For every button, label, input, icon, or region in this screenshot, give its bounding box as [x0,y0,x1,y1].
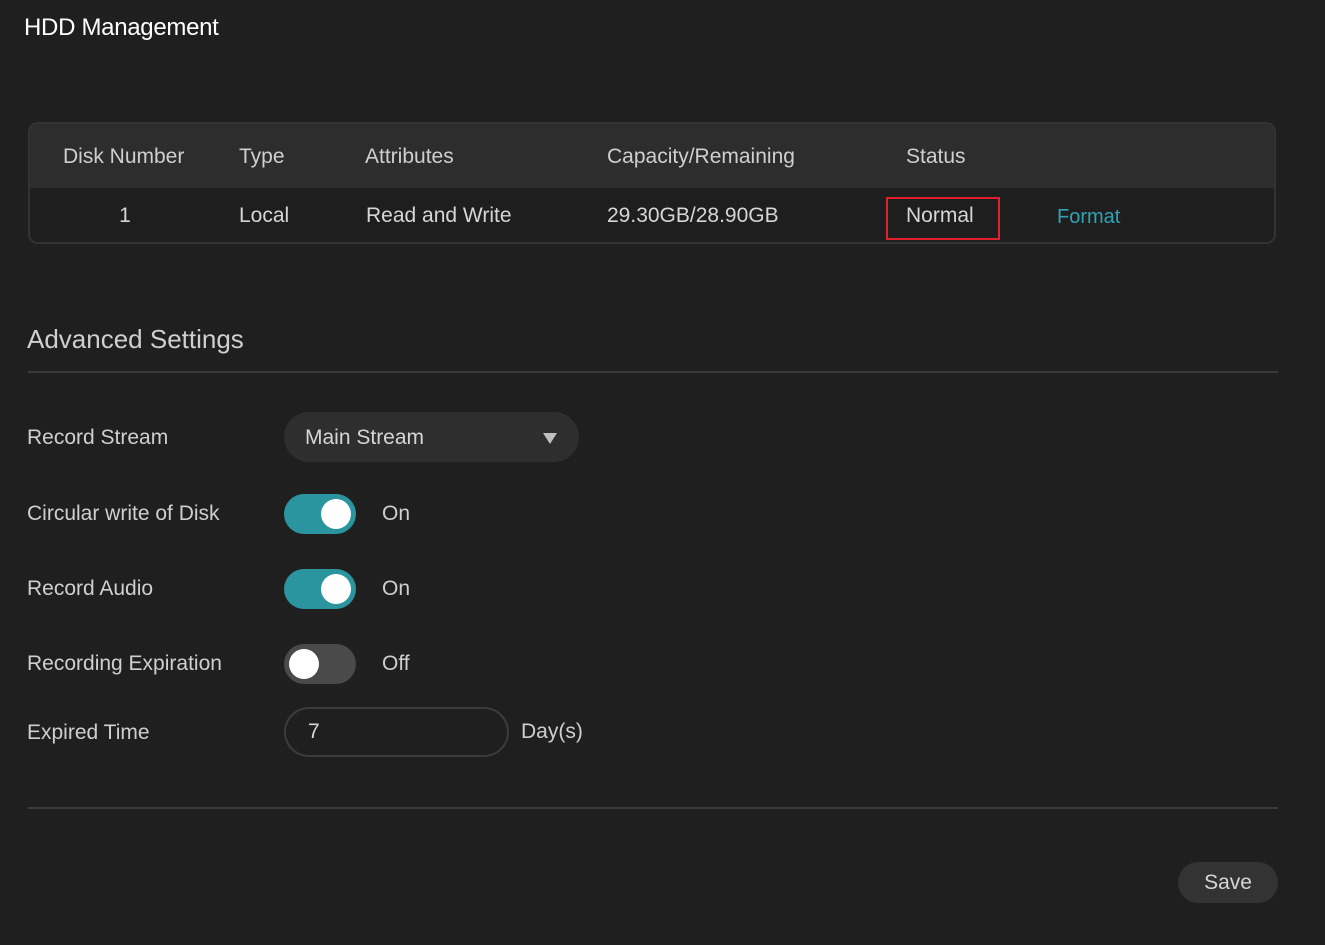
toggle-knob [289,649,319,679]
expired-time-label: Expired Time [27,721,150,744]
record-audio-state: On [382,577,411,600]
column-header-disk-number: Disk Number [63,145,185,168]
column-header-attributes: Attributes [365,145,454,168]
record-stream-value: Main Stream [305,426,425,449]
circular-write-state: On [382,502,411,525]
recording-expiration-toggle[interactable] [284,644,356,684]
attributes-cell: Read and Write [366,204,512,227]
record-audio-toggle[interactable] [284,569,356,609]
record-audio-label: Record Audio [27,577,154,600]
disk-table: Disk Number Type Attributes Capacity/Rem… [28,122,1276,244]
column-header-type: Type [239,145,285,168]
capacity-cell: 29.30GB/28.90GB [607,204,779,227]
status-highlight-box [886,197,1000,240]
expired-time-unit: Day(s) [521,720,583,743]
page-title: HDD Management [24,14,219,41]
record-stream-select[interactable]: Main Stream [284,412,579,462]
expired-time-input[interactable] [284,707,509,757]
toggle-knob [321,574,351,604]
recording-expiration-label: Recording Expiration [27,652,222,675]
toggle-knob [321,499,351,529]
record-stream-label: Record Stream [27,426,169,449]
disk-number-cell: 1 [119,204,131,227]
footer-divider [28,807,1278,809]
circular-write-label: Circular write of Disk [27,502,220,525]
section-divider [28,371,1278,373]
column-header-status: Status [906,145,966,168]
dropdown-arrow-icon [543,433,557,444]
save-button[interactable]: Save [1178,862,1278,903]
type-cell: Local [239,204,290,227]
circular-write-toggle[interactable] [284,494,356,534]
column-header-capacity: Capacity/Remaining [607,145,795,168]
advanced-settings-title: Advanced Settings [27,324,244,354]
format-link[interactable]: Format [1057,206,1120,229]
recording-expiration-state: Off [382,652,410,675]
